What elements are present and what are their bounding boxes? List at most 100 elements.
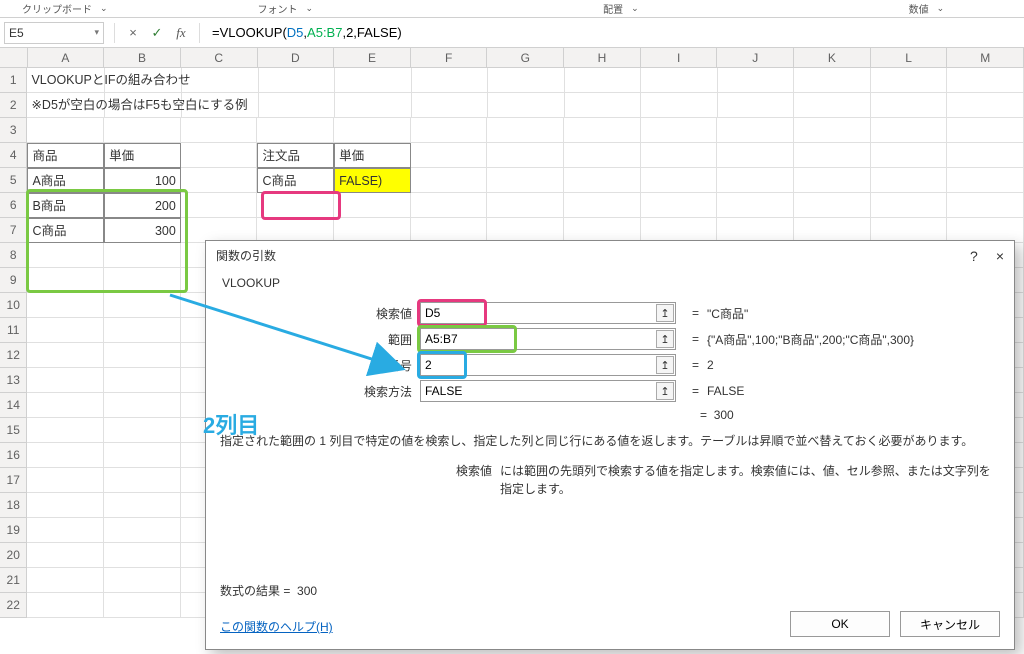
row-header[interactable]: 4 bbox=[0, 143, 27, 168]
col-header[interactable]: E bbox=[334, 48, 411, 67]
cell[interactable] bbox=[488, 93, 565, 118]
cell[interactable] bbox=[104, 318, 181, 343]
row-header[interactable]: 5 bbox=[0, 168, 27, 193]
cell[interactable] bbox=[27, 418, 104, 443]
cell[interactable] bbox=[717, 168, 794, 193]
cell[interactable] bbox=[27, 293, 104, 318]
cell-B6[interactable]: 200 bbox=[104, 193, 181, 218]
cell[interactable] bbox=[871, 193, 948, 218]
cell[interactable] bbox=[641, 193, 718, 218]
cell[interactable] bbox=[564, 168, 641, 193]
row-header[interactable]: 9 bbox=[0, 268, 27, 293]
cell[interactable] bbox=[947, 68, 1024, 93]
cell-D4[interactable]: 注文品 bbox=[257, 143, 334, 168]
cell[interactable] bbox=[794, 68, 871, 93]
cell[interactable] bbox=[104, 543, 181, 568]
cell[interactable] bbox=[334, 193, 411, 218]
cell[interactable] bbox=[27, 468, 104, 493]
cell-A6[interactable]: B商品 bbox=[27, 193, 104, 218]
cell[interactable] bbox=[257, 118, 334, 143]
arg-input-type[interactable] bbox=[420, 380, 676, 402]
ok-button[interactable]: OK bbox=[790, 611, 890, 637]
row-header[interactable]: 22 bbox=[0, 593, 27, 618]
cell[interactable] bbox=[411, 118, 488, 143]
col-header[interactable]: M bbox=[947, 48, 1024, 67]
cell-E5[interactable]: FALSE) bbox=[334, 168, 411, 193]
row-header[interactable]: 21 bbox=[0, 568, 27, 593]
cell[interactable] bbox=[717, 118, 794, 143]
cell[interactable] bbox=[104, 518, 181, 543]
cell[interactable] bbox=[487, 193, 564, 218]
cell[interactable] bbox=[27, 318, 104, 343]
dialog-close-button[interactable]: × bbox=[996, 248, 1004, 264]
cell[interactable] bbox=[104, 468, 181, 493]
cell[interactable] bbox=[104, 293, 181, 318]
dialog-help-button[interactable]: ? bbox=[970, 248, 978, 264]
cell[interactable] bbox=[641, 93, 718, 118]
cell[interactable] bbox=[487, 118, 564, 143]
cell[interactable] bbox=[947, 93, 1024, 118]
cell[interactable] bbox=[411, 193, 488, 218]
cell[interactable] bbox=[718, 93, 795, 118]
row-header[interactable]: 7 bbox=[0, 218, 27, 243]
arg-input-lookup[interactable] bbox=[420, 302, 676, 324]
cell[interactable] bbox=[564, 118, 641, 143]
cell[interactable] bbox=[27, 593, 104, 618]
cell[interactable] bbox=[947, 143, 1024, 168]
cell[interactable] bbox=[181, 118, 258, 143]
cell[interactable] bbox=[27, 518, 104, 543]
cell[interactable] bbox=[641, 68, 718, 93]
cell[interactable] bbox=[104, 593, 181, 618]
cell[interactable] bbox=[794, 193, 871, 218]
cell[interactable] bbox=[181, 193, 258, 218]
ref-edit-icon[interactable]: ↥ bbox=[656, 382, 674, 400]
col-header[interactable]: F bbox=[411, 48, 488, 67]
cell[interactable] bbox=[27, 118, 104, 143]
cell-A2[interactable]: ※D5が空白の場合はF5も空白にする例 bbox=[27, 93, 105, 118]
cell[interactable] bbox=[487, 168, 564, 193]
fx-button[interactable]: fx bbox=[169, 21, 193, 45]
row-header[interactable]: 15 bbox=[0, 418, 27, 443]
cell[interactable] bbox=[259, 93, 336, 118]
cell-A1[interactable]: VLOOKUPとIFの組み合わせ bbox=[27, 68, 105, 93]
row-header[interactable]: 19 bbox=[0, 518, 27, 543]
cell[interactable] bbox=[718, 68, 795, 93]
cell[interactable] bbox=[259, 68, 336, 93]
row-header[interactable]: 18 bbox=[0, 493, 27, 518]
cell-B5[interactable]: 100 bbox=[104, 168, 181, 193]
cell[interactable] bbox=[947, 193, 1024, 218]
row-header[interactable]: 8 bbox=[0, 243, 27, 268]
cell[interactable] bbox=[947, 118, 1024, 143]
cell[interactable] bbox=[641, 143, 718, 168]
cell[interactable] bbox=[104, 418, 181, 443]
col-header[interactable]: B bbox=[104, 48, 181, 67]
cell[interactable] bbox=[104, 243, 181, 268]
cell[interactable] bbox=[335, 93, 412, 118]
arg-input-range[interactable] bbox=[420, 328, 676, 350]
cell[interactable] bbox=[27, 393, 104, 418]
cell[interactable] bbox=[335, 68, 412, 93]
row-header[interactable]: 3 bbox=[0, 118, 27, 143]
row-header[interactable]: 17 bbox=[0, 468, 27, 493]
cell[interactable] bbox=[947, 168, 1024, 193]
cell[interactable] bbox=[181, 168, 258, 193]
row-header[interactable]: 2 bbox=[0, 93, 27, 118]
cell-A4[interactable]: 商品 bbox=[27, 143, 104, 168]
row-header[interactable]: 13 bbox=[0, 368, 27, 393]
dialog-help-link[interactable]: この関数のヘルプ(H) bbox=[220, 618, 333, 635]
ref-edit-icon[interactable]: ↥ bbox=[656, 330, 674, 348]
cell-E4[interactable]: 単価 bbox=[334, 143, 411, 168]
cell[interactable] bbox=[27, 343, 104, 368]
cell[interactable] bbox=[411, 168, 488, 193]
row-header[interactable]: 1 bbox=[0, 68, 27, 93]
col-header[interactable]: I bbox=[641, 48, 718, 67]
cell[interactable] bbox=[27, 243, 104, 268]
cell[interactable] bbox=[565, 93, 642, 118]
col-header[interactable]: G bbox=[487, 48, 564, 67]
cell[interactable] bbox=[871, 118, 948, 143]
col-header[interactable]: A bbox=[28, 48, 105, 67]
col-header[interactable]: K bbox=[794, 48, 871, 67]
cell[interactable] bbox=[487, 143, 564, 168]
row-header[interactable]: 6 bbox=[0, 193, 27, 218]
cell[interactable] bbox=[182, 68, 259, 93]
